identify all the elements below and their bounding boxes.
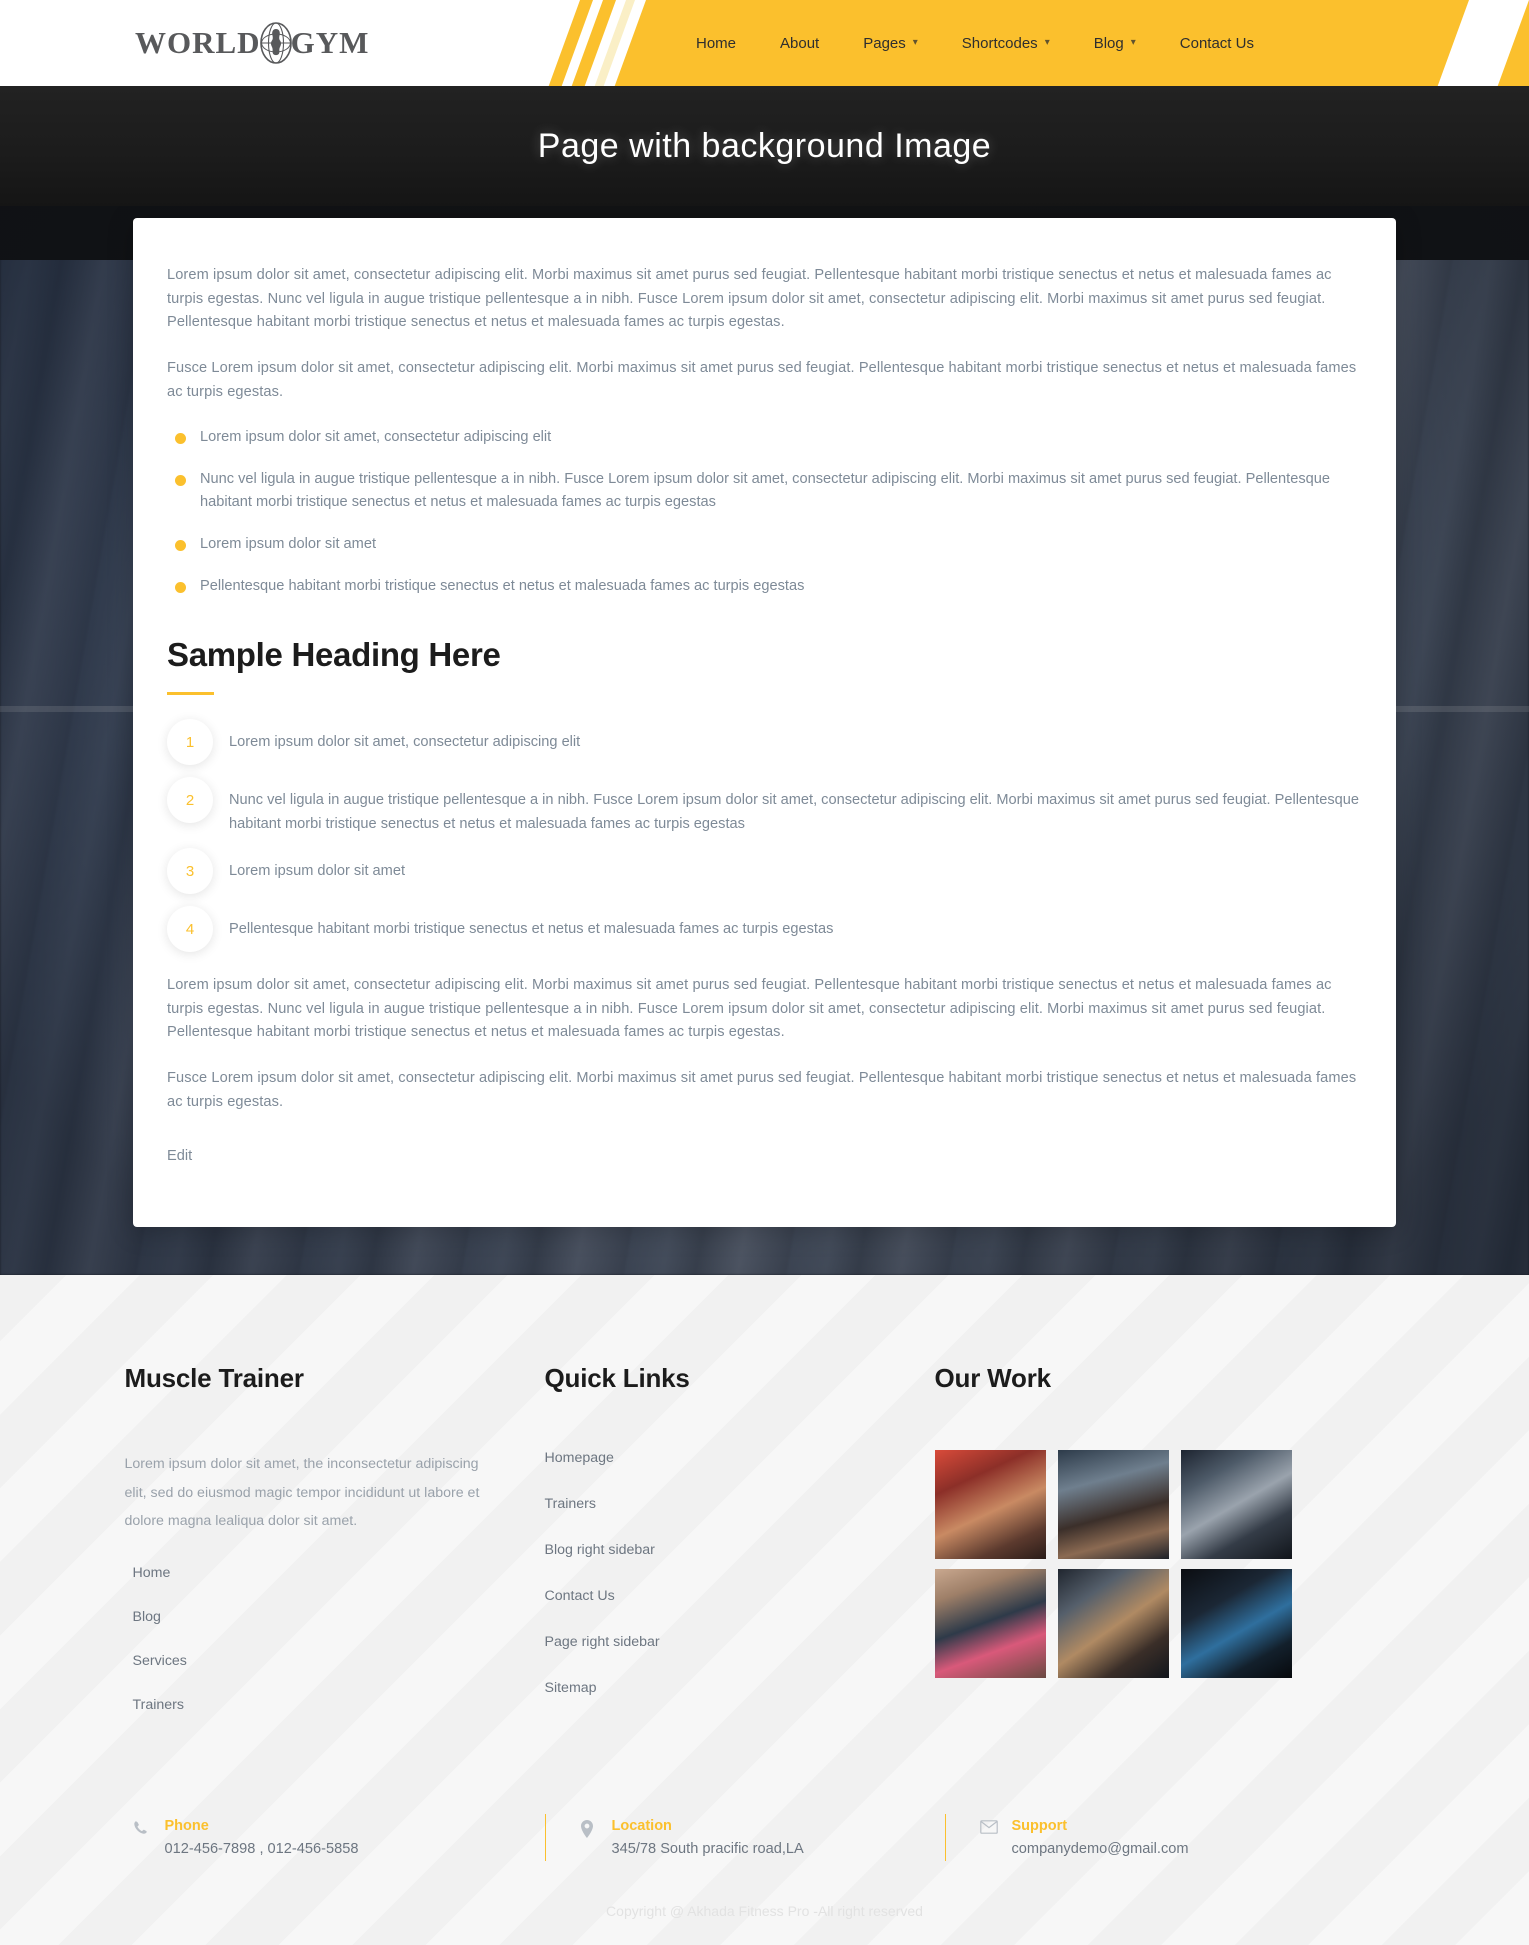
footer-copyright: Copyright @ Akhada Fitness Pro -All righ… bbox=[606, 1903, 923, 1920]
section-heading: Sample Heading Here bbox=[167, 636, 501, 674]
list-item: Nunc vel ligula in augue tristique pelle… bbox=[167, 468, 1362, 515]
quicklink-homepage[interactable]: Homepage bbox=[545, 1450, 905, 1482]
contact-location-body: Location 345/78 South pracific road,LA bbox=[612, 1818, 804, 1857]
footer-columns: Muscle Trainer Lorem ipsum dolor sit ame… bbox=[115, 1363, 1415, 1742]
footer-about-description: Lorem ipsum dolor sit amet, the inconsec… bbox=[124, 1456, 480, 1530]
numbered-item-text: Lorem ipsum dolor sit amet, consectetur … bbox=[229, 734, 581, 751]
contact-support: Support companydemo@gmail.com bbox=[944, 1814, 1405, 1862]
work-thumbnail[interactable] bbox=[934, 1450, 1046, 1560]
our-work-gallery bbox=[934, 1450, 1375, 1679]
quicklink-trainers[interactable]: Trainers bbox=[545, 1496, 905, 1528]
nav-item-blog[interactable]: Blog ▾ bbox=[1072, 35, 1158, 52]
main-navigation: Home About Pages ▾ Shortcodes ▾ Blog ▾ C… bbox=[646, 0, 1529, 86]
footer-link-blog[interactable]: Blog bbox=[125, 1610, 515, 1640]
phone-icon bbox=[133, 1818, 151, 1836]
site-header: WORLD GYM Home About Pages ▾ Shortcodes … bbox=[0, 0, 1529, 86]
nav-label: Contact Us bbox=[1179, 34, 1254, 52]
nav-label: About bbox=[780, 34, 820, 52]
nav-label: Pages bbox=[863, 34, 906, 52]
footer-contact-bar: Phone 012-456-7898 , 012-456-5858 Locati… bbox=[115, 1814, 1415, 1862]
paragraph-1: Lorem ipsum dolor sit amet, consectetur … bbox=[167, 267, 1332, 331]
quicklink-sitemap[interactable]: Sitemap bbox=[545, 1680, 905, 1712]
footer-about-column: Muscle Trainer Lorem ipsum dolor sit ame… bbox=[125, 1363, 545, 1742]
site-logo[interactable]: WORLD GYM bbox=[135, 22, 369, 64]
number-badge: 2 bbox=[167, 777, 213, 824]
contact-phone-label: Phone bbox=[164, 1818, 209, 1835]
work-thumbnail[interactable] bbox=[1180, 1569, 1292, 1679]
numbered-item-text: Nunc vel ligula in augue tristique pelle… bbox=[229, 792, 1359, 832]
paragraph-2: Fusce Lorem ipsum dolor sit amet, consec… bbox=[167, 359, 1357, 400]
logo-word-gym: GYM bbox=[290, 25, 370, 60]
chevron-down-icon: ▾ bbox=[912, 37, 918, 48]
contact-support-body: Support companydemo@gmail.com bbox=[1012, 1818, 1189, 1857]
bullet-list: Lorem ipsum dolor sit amet, consectetur … bbox=[167, 426, 1362, 598]
list-item: Lorem ipsum dolor sit amet, consectetur … bbox=[167, 426, 1362, 450]
contact-phone-body: Phone 012-456-7898 , 012-456-5858 bbox=[165, 1818, 359, 1857]
numbered-item-text: Lorem ipsum dolor sit amet bbox=[229, 863, 406, 880]
quicklink-blog-right-sidebar[interactable]: Blog right sidebar bbox=[545, 1542, 905, 1574]
nav-item-pages[interactable]: Pages ▾ bbox=[841, 35, 940, 52]
number-badge: 1 bbox=[167, 719, 213, 766]
chevron-down-icon: ▾ bbox=[1130, 37, 1136, 48]
logo-word-world: WORLD bbox=[135, 25, 261, 60]
numbered-list: 1 Lorem ipsum dolor sit amet, consectetu… bbox=[167, 719, 1362, 953]
nav-label: Shortcodes bbox=[961, 34, 1038, 52]
contact-phone: Phone 012-456-7898 , 012-456-5858 bbox=[125, 1814, 545, 1861]
site-footer: Muscle Trainer Lorem ipsum dolor sit ame… bbox=[0, 1275, 1529, 1945]
contact-location: Location 345/78 South pracific road,LA bbox=[544, 1814, 945, 1862]
globe-icon bbox=[259, 22, 293, 64]
content-card: Lorem ipsum dolor sit amet, consectetur … bbox=[133, 218, 1396, 1228]
list-item: 3 Lorem ipsum dolor sit amet bbox=[167, 848, 1362, 895]
footer-ourwork-title: Our Work bbox=[934, 1363, 1052, 1394]
page-title: Page with background Image bbox=[537, 126, 992, 165]
list-item: 1 Lorem ipsum dolor sit amet, consectetu… bbox=[167, 719, 1362, 766]
footer-quicklinks-title: Quick Links bbox=[544, 1363, 690, 1394]
page-background-section: Lorem ipsum dolor sit amet, consectetur … bbox=[0, 206, 1529, 1276]
contact-support-value: companydemo@gmail.com bbox=[1011, 1841, 1189, 1858]
work-thumbnail[interactable] bbox=[1057, 1450, 1169, 1560]
nav-label: Blog bbox=[1093, 34, 1124, 52]
contact-location-value: 345/78 South pracific road,LA bbox=[611, 1841, 804, 1858]
quicklink-page-right-sidebar[interactable]: Page right sidebar bbox=[545, 1634, 905, 1666]
work-thumbnail[interactable] bbox=[1057, 1569, 1169, 1679]
quicklink-contact-us[interactable]: Contact Us bbox=[545, 1588, 905, 1620]
chevron-down-icon: ▾ bbox=[1044, 37, 1050, 48]
work-thumbnail[interactable] bbox=[934, 1569, 1046, 1679]
contact-support-label: Support bbox=[1011, 1818, 1068, 1835]
location-pin-icon bbox=[580, 1818, 598, 1839]
footer-link-home[interactable]: Home bbox=[125, 1565, 515, 1596]
list-item: 2 Nunc vel ligula in augue tristique pel… bbox=[167, 777, 1362, 836]
number-badge: 3 bbox=[167, 848, 213, 895]
page-banner: Page with background Image bbox=[0, 86, 1529, 206]
nav-label: Home bbox=[696, 34, 737, 52]
list-item: 4 Pellentesque habitant morbi tristique … bbox=[167, 906, 1362, 953]
contact-phone-value: 012-456-7898 , 012-456-5858 bbox=[164, 1841, 359, 1858]
paragraph-3: Lorem ipsum dolor sit amet, consectetur … bbox=[167, 977, 1332, 1041]
nav-item-home[interactable]: Home bbox=[674, 35, 758, 52]
envelope-icon bbox=[979, 1818, 998, 1835]
nav-item-about[interactable]: About bbox=[758, 35, 841, 52]
footer-quicklinks-column: Quick Links Homepage Trainers Blog right… bbox=[545, 1363, 935, 1742]
number-badge: 4 bbox=[167, 906, 213, 953]
nav-item-contact-us[interactable]: Contact Us bbox=[1158, 35, 1276, 52]
list-item: Pellentesque habitant morbi tristique se… bbox=[167, 575, 1362, 599]
nav-item-shortcodes[interactable]: Shortcodes ▾ bbox=[940, 35, 1072, 52]
footer-link-services[interactable]: Services bbox=[125, 1654, 515, 1684]
edit-link[interactable]: Edit bbox=[167, 1148, 192, 1164]
heading-underline bbox=[167, 692, 214, 696]
work-thumbnail[interactable] bbox=[1180, 1450, 1292, 1560]
contact-location-label: Location bbox=[611, 1818, 672, 1835]
paragraph-4: Fusce Lorem ipsum dolor sit amet, consec… bbox=[167, 1070, 1357, 1110]
numbered-item-text: Pellentesque habitant morbi tristique se… bbox=[229, 921, 834, 938]
list-item: Lorem ipsum dolor sit amet bbox=[167, 533, 1362, 557]
footer-about-title: Muscle Trainer bbox=[124, 1363, 304, 1394]
footer-ourwork-column: Our Work bbox=[934, 1363, 1405, 1742]
